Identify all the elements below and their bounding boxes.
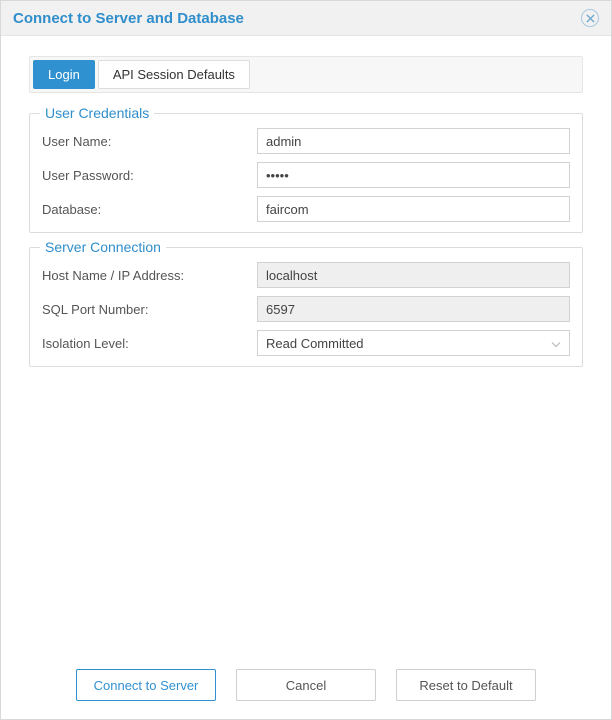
- dialog-footer: Connect to Server Cancel Reset to Defaul…: [1, 659, 611, 719]
- close-button[interactable]: [581, 9, 599, 27]
- tab-bar: Login API Session Defaults: [29, 56, 583, 93]
- tab-api-session-defaults[interactable]: API Session Defaults: [98, 60, 250, 89]
- connect-dialog: Connect to Server and Database Login API…: [0, 0, 612, 720]
- password-input[interactable]: [257, 162, 570, 188]
- database-label: Database:: [42, 202, 257, 217]
- tab-login[interactable]: Login: [33, 60, 95, 89]
- isolation-label: Isolation Level:: [42, 336, 257, 351]
- spacer: [29, 381, 583, 647]
- cancel-button[interactable]: Cancel: [236, 669, 376, 701]
- port-input[interactable]: [257, 296, 570, 322]
- server-connection-fieldset: Server Connection Host Name / IP Address…: [29, 247, 583, 367]
- port-label: SQL Port Number:: [42, 302, 257, 317]
- isolation-value: Read Committed: [266, 336, 364, 351]
- dialog-header: Connect to Server and Database: [1, 1, 611, 36]
- server-connection-legend: Server Connection: [40, 239, 166, 255]
- close-icon: [586, 14, 595, 23]
- database-input[interactable]: [257, 196, 570, 222]
- host-row: Host Name / IP Address:: [42, 262, 570, 288]
- user-credentials-legend: User Credentials: [40, 105, 154, 121]
- username-row: User Name:: [42, 128, 570, 154]
- reset-button[interactable]: Reset to Default: [396, 669, 536, 701]
- username-input[interactable]: [257, 128, 570, 154]
- host-input[interactable]: [257, 262, 570, 288]
- password-label: User Password:: [42, 168, 257, 183]
- database-row: Database:: [42, 196, 570, 222]
- chevron-down-icon: [551, 336, 561, 351]
- connect-button[interactable]: Connect to Server: [76, 669, 216, 701]
- dialog-body: Login API Session Defaults User Credenti…: [1, 36, 611, 659]
- isolation-row: Isolation Level: Read Committed: [42, 330, 570, 356]
- user-credentials-fieldset: User Credentials User Name: User Passwor…: [29, 113, 583, 233]
- isolation-select[interactable]: Read Committed: [257, 330, 570, 356]
- dialog-title: Connect to Server and Database: [13, 10, 244, 27]
- password-row: User Password:: [42, 162, 570, 188]
- port-row: SQL Port Number:: [42, 296, 570, 322]
- host-label: Host Name / IP Address:: [42, 268, 257, 283]
- username-label: User Name:: [42, 134, 257, 149]
